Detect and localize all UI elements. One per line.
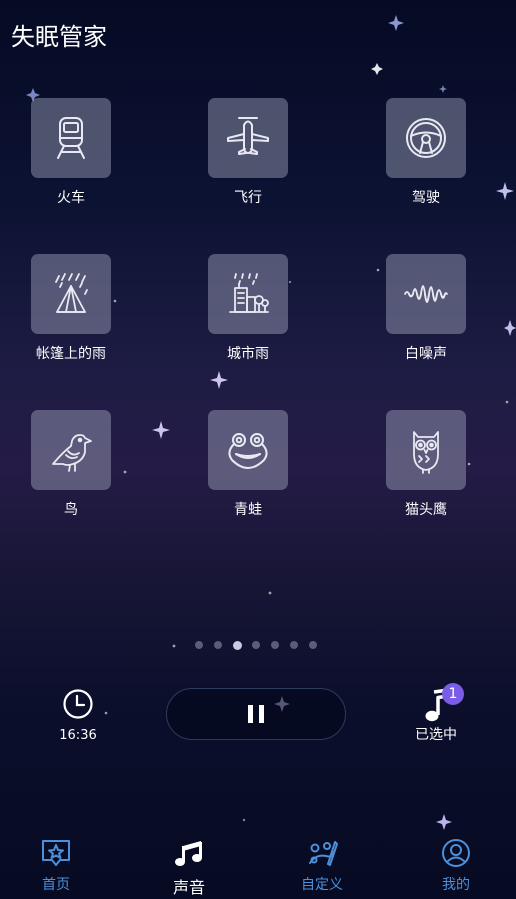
- bottom-tab-bar: 首页 声音 自定义 我的: [0, 838, 516, 899]
- timer-value: 16:36: [59, 728, 97, 743]
- tab-custom[interactable]: 自定义: [272, 838, 372, 894]
- music-notes-icon: [175, 841, 202, 866]
- airplane-icon: [227, 117, 269, 155]
- tab-home[interactable]: 首页: [6, 838, 106, 894]
- page-dot[interactable]: [252, 641, 260, 649]
- sound-tile-white-noise[interactable]: 白噪声: [366, 254, 486, 374]
- page-dot[interactable]: [309, 641, 317, 649]
- pause-icon: [248, 705, 264, 723]
- tab-label: 首页: [42, 877, 70, 893]
- tab-label: 声音: [172, 878, 205, 897]
- clock-icon: [63, 689, 93, 719]
- tent-rain-icon: [55, 273, 88, 313]
- selected-count-badge: 1: [442, 683, 464, 705]
- page-dot[interactable]: [195, 641, 203, 649]
- steering-wheel-icon: [406, 118, 446, 158]
- sound-tile-flight[interactable]: 飞行: [188, 98, 308, 218]
- sound-label: 猫头鹰: [405, 502, 447, 518]
- play-pause-button[interactable]: [166, 688, 346, 740]
- sound-label: 白噪声: [405, 346, 447, 362]
- tab-label: 我的: [442, 877, 470, 893]
- selected-label: 已选中: [415, 727, 457, 743]
- sound-tile-owl[interactable]: 猫头鹰: [366, 410, 486, 530]
- sound-label: 驾驶: [412, 190, 440, 206]
- page-dot[interactable]: [214, 641, 222, 649]
- tab-mine[interactable]: 我的: [406, 838, 506, 894]
- bird-icon: [52, 434, 92, 472]
- tab-sound[interactable]: 声音: [139, 838, 239, 898]
- sound-label: 飞行: [234, 190, 262, 206]
- custom-mix-icon: [309, 841, 338, 866]
- sound-label: 城市雨: [227, 346, 269, 362]
- frog-icon: [228, 433, 268, 469]
- home-star-icon: [42, 840, 70, 866]
- city-rain-icon: [229, 273, 269, 313]
- sleep-timer-button[interactable]: 16:36: [53, 688, 103, 743]
- page-indicator: [0, 640, 516, 651]
- page-dot-active[interactable]: [233, 640, 242, 650]
- waveform-icon: [404, 285, 448, 303]
- sound-grid: 火车 飞行 驾驶 帐篷上的雨 城市雨 白噪声 鸟 青蛙 猫头鹰: [0, 98, 516, 538]
- tab-label: 自定义: [301, 877, 343, 893]
- sound-label: 火车: [57, 190, 85, 206]
- sound-tile-train[interactable]: 火车: [11, 98, 131, 218]
- sound-label: 鸟: [64, 502, 78, 518]
- sound-label: 青蛙: [234, 502, 262, 518]
- sound-tile-bird[interactable]: 鸟: [11, 410, 131, 530]
- page-dot[interactable]: [271, 641, 279, 649]
- profile-icon: [442, 839, 470, 867]
- owl-icon: [413, 431, 439, 474]
- sound-tile-tent-rain[interactable]: 帐篷上的雨: [11, 254, 131, 374]
- sound-label: 帐篷上的雨: [36, 346, 106, 362]
- sound-tile-driving[interactable]: 驾驶: [366, 98, 486, 218]
- sound-tile-frog[interactable]: 青蛙: [188, 410, 308, 530]
- train-icon: [57, 117, 85, 159]
- page-dot[interactable]: [290, 641, 298, 649]
- app-title: 失眠管家: [11, 23, 107, 51]
- sound-tile-city-rain[interactable]: 城市雨: [188, 254, 308, 374]
